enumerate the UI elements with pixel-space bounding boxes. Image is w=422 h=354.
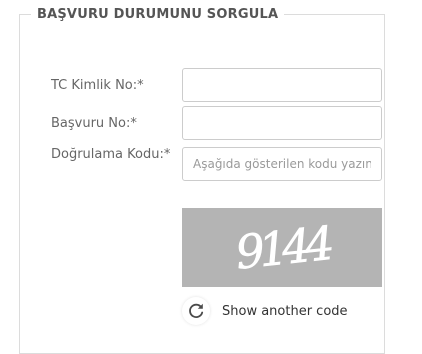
captcha-code: 9144 (233, 216, 334, 280)
dogrulama-kodu-label: Doğrulama Kodu:* (51, 147, 171, 162)
dogrulama-kodu-input[interactable] (182, 147, 382, 181)
fieldset-legend: BAŞVURU DURUMUNU SORGULA (31, 5, 285, 25)
show-another-code-label[interactable]: Show another code (222, 304, 348, 319)
basvuru-no-input[interactable] (182, 106, 382, 140)
refresh-icon[interactable] (182, 297, 210, 325)
basvuru-no-label: Başvuru No:* (51, 116, 137, 131)
show-another-code-button[interactable]: Show another code (182, 296, 348, 326)
captcha-image: 9144 (182, 208, 382, 287)
tc-kimlik-label: TC Kimlik No:* (51, 78, 144, 93)
tc-kimlik-input[interactable] (182, 68, 382, 102)
